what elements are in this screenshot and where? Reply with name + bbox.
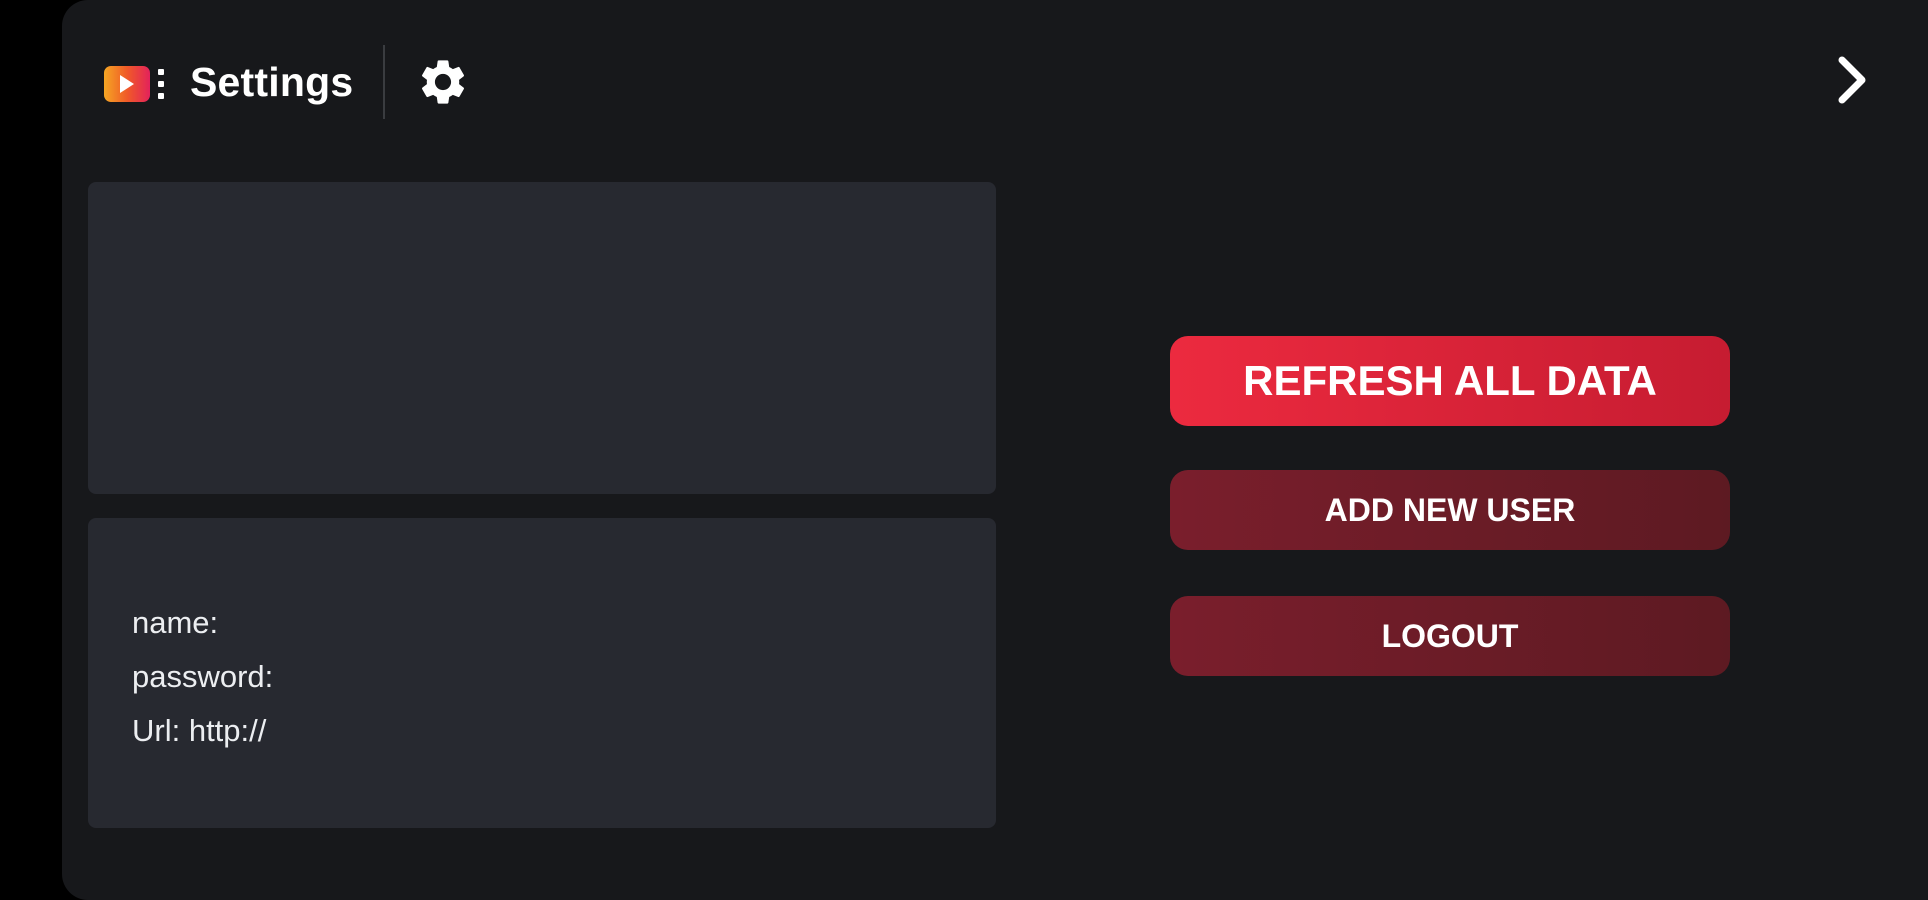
account-info-lines: name: password: Url: http:// xyxy=(132,596,273,758)
refresh-all-data-button[interactable]: REFRESH ALL DATA xyxy=(1170,336,1730,426)
page-title: Settings xyxy=(190,58,354,105)
app-logo-icon xyxy=(104,60,168,104)
logout-button[interactable]: LOGOUT xyxy=(1170,596,1730,676)
url-line: Url: http:// xyxy=(132,713,267,748)
account-info-card: name: password: Url: http:// xyxy=(88,518,996,828)
gear-icon[interactable] xyxy=(415,54,471,110)
chevron-right-icon[interactable] xyxy=(1824,52,1880,108)
password-line: password: xyxy=(132,659,274,694)
add-new-user-button[interactable]: ADD NEW USER xyxy=(1170,470,1730,550)
name-line: name: xyxy=(132,605,219,640)
screen: Settings name: password: Url: http:// RE… xyxy=(0,0,1928,900)
info-card-top xyxy=(88,182,996,494)
header: Settings xyxy=(104,45,471,119)
header-divider xyxy=(383,45,386,119)
